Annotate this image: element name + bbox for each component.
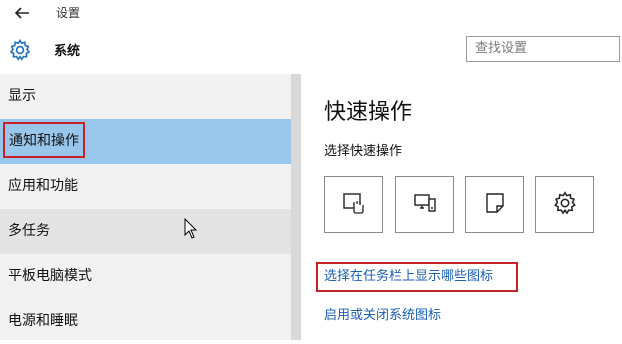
tablet-mode-icon xyxy=(341,190,367,220)
note-icon xyxy=(482,190,508,220)
sidebar-item-apps[interactable]: 应用和功能 xyxy=(0,164,292,209)
sidebar-item-label: 应用和功能 xyxy=(8,178,78,194)
sidebar-item-power-sleep[interactable]: 电源和睡眠 xyxy=(0,299,292,344)
mouse-cursor-icon xyxy=(184,217,198,240)
connect-display-icon xyxy=(412,190,438,220)
sidebar-item-notifications[interactable]: 通知和操作 xyxy=(0,119,292,164)
sidebar: 显示 通知和操作 应用和功能 多任务 平板电脑模式 电源和睡眠 xyxy=(0,74,292,340)
sidebar-item-label: 电源和睡眠 xyxy=(8,313,78,329)
search-input[interactable]: 查找设置 xyxy=(466,36,620,62)
taskbar-icons-link[interactable]: 选择在任务栏上显示哪些图标 xyxy=(316,262,518,292)
sidebar-item-display[interactable]: 显示 xyxy=(0,74,292,119)
sidebar-item-label: 多任务 xyxy=(8,223,50,239)
sidebar-item-multitasking[interactable]: 多任务 xyxy=(0,209,292,254)
system-icons-link[interactable]: 启用或关闭系统图标 xyxy=(324,304,441,323)
quick-action-connect[interactable] xyxy=(395,176,454,233)
settings-icon xyxy=(552,190,578,220)
quick-action-settings[interactable] xyxy=(535,176,594,233)
quick-action-note[interactable] xyxy=(465,176,524,233)
gear-icon xyxy=(8,38,32,62)
sidebar-item-tablet-mode[interactable]: 平板电脑模式 xyxy=(0,254,292,299)
sidebar-scrollbar[interactable] xyxy=(291,74,301,340)
sidebar-item-label: 显示 xyxy=(8,88,36,104)
page-title: 系统 xyxy=(54,44,81,59)
quick-actions-label: 选择快速操作 xyxy=(324,144,403,159)
quick-action-tablet-mode[interactable] xyxy=(324,176,383,233)
sidebar-item-label: 平板电脑模式 xyxy=(8,268,92,284)
section-title: 快速操作 xyxy=(324,100,413,125)
back-arrow-icon[interactable] xyxy=(12,3,32,23)
window-title: 设置 xyxy=(56,6,81,20)
title-bar xyxy=(0,0,622,28)
sidebar-item-label: 通知和操作 xyxy=(3,122,85,158)
